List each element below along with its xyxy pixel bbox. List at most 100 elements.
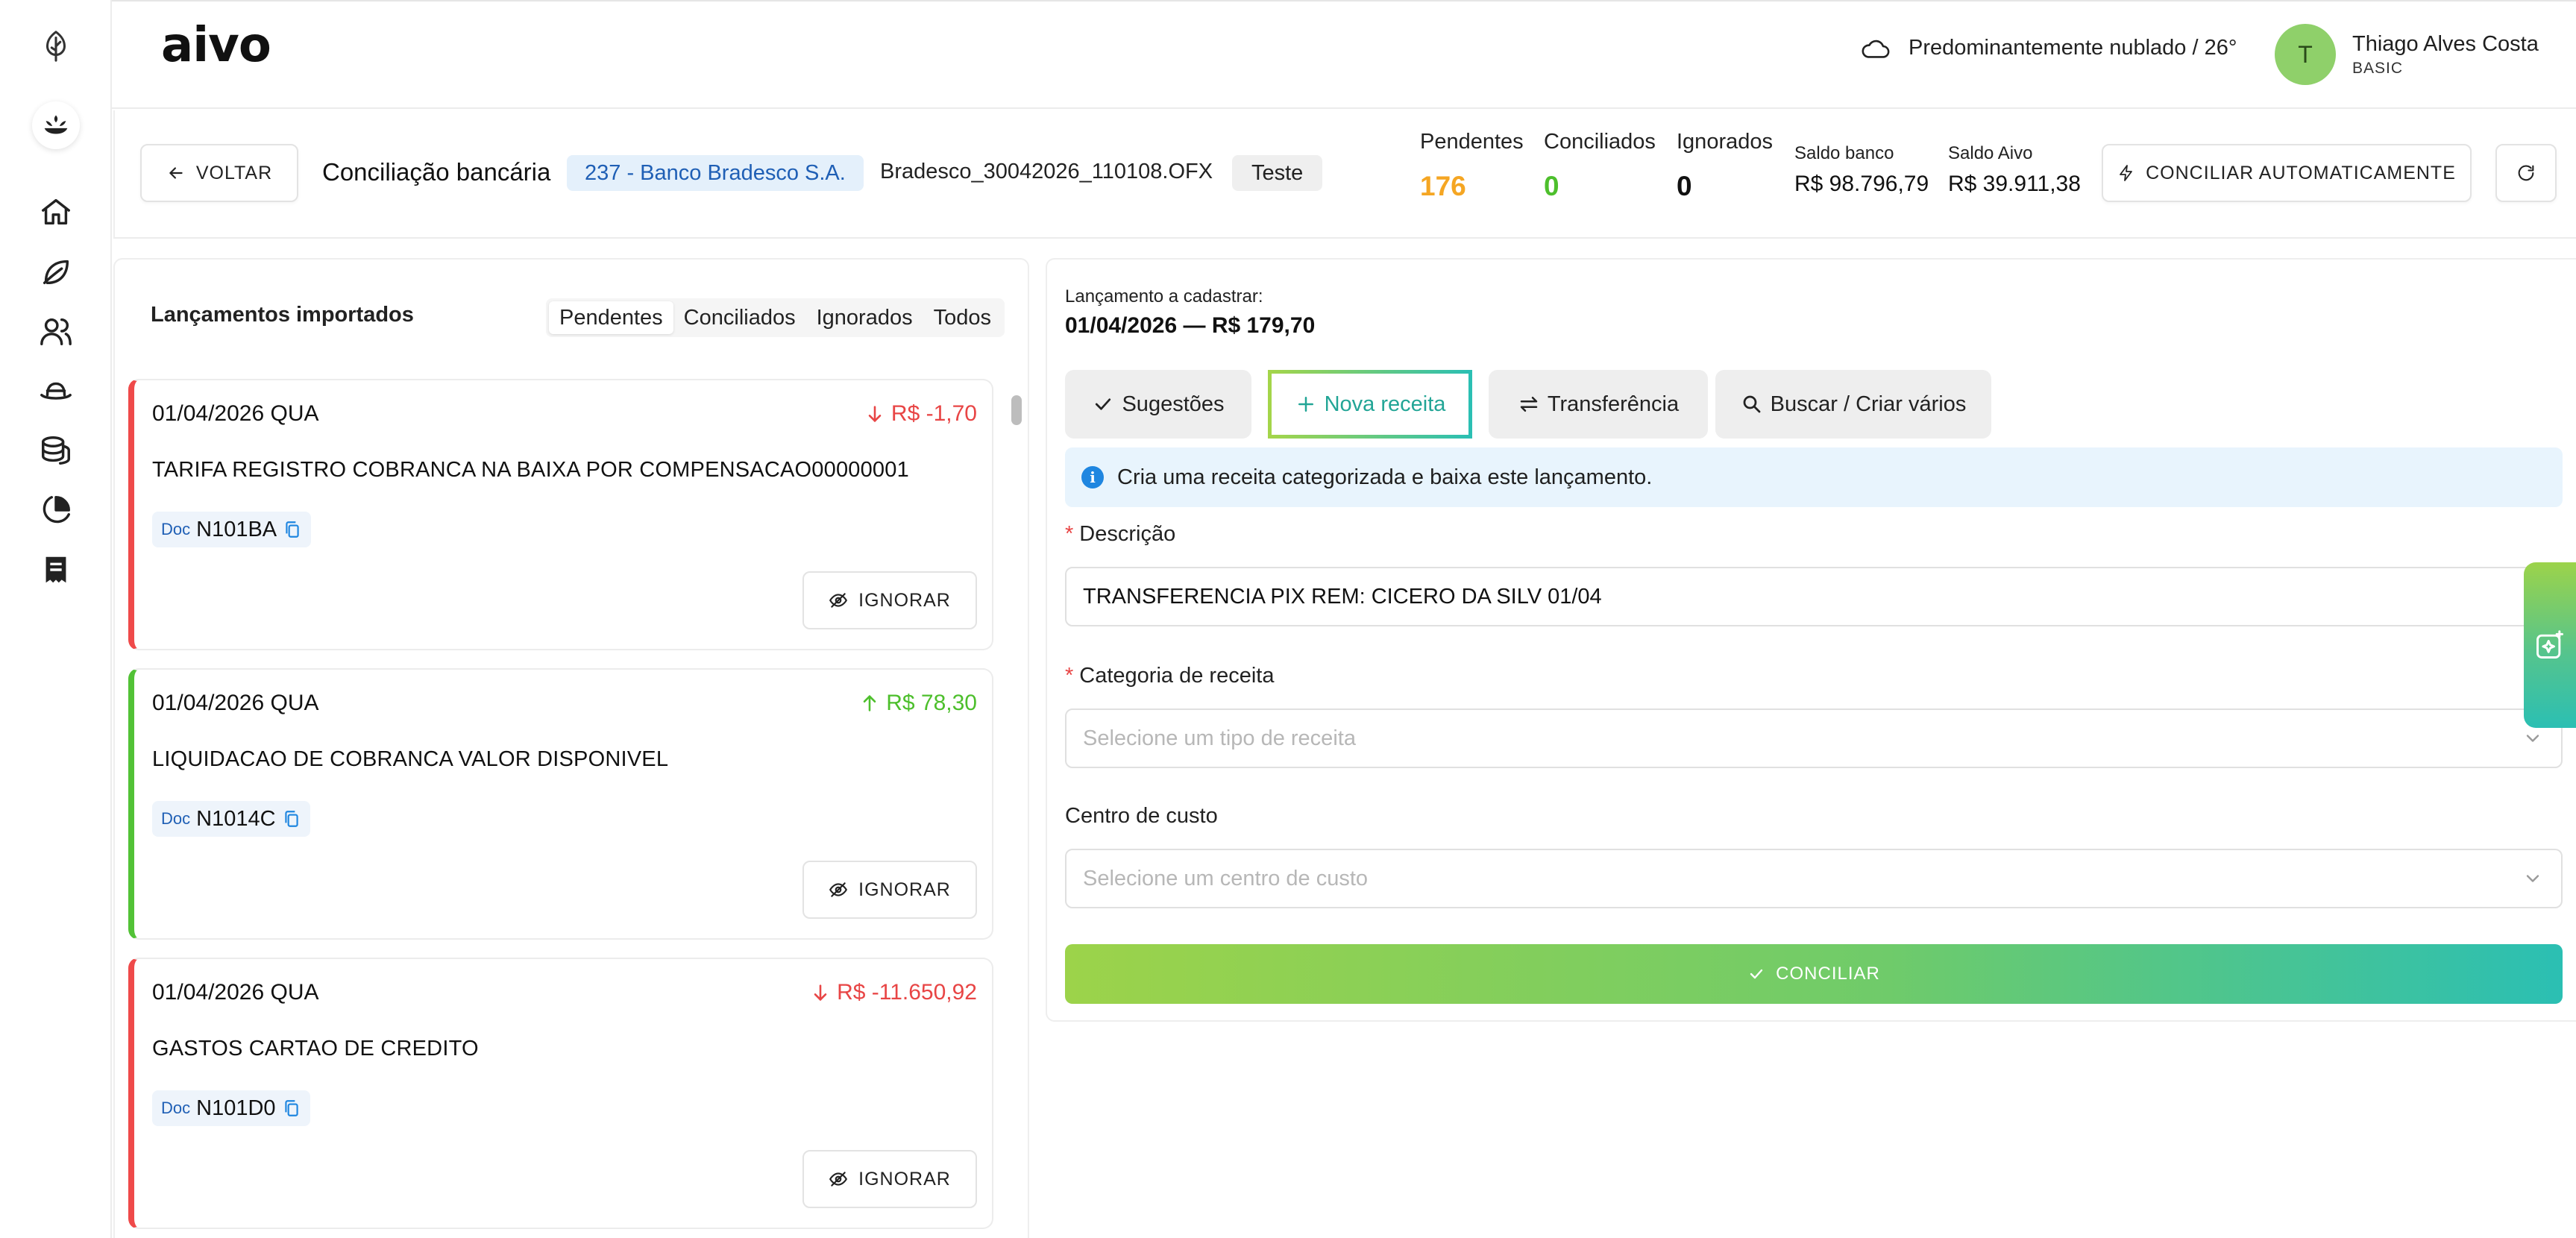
document-badge: Doc N101BA bbox=[152, 512, 312, 547]
scrollbar-thumb[interactable] bbox=[1011, 395, 1022, 425]
document-number: N1014C bbox=[196, 806, 276, 831]
entry-form-panel: Lançamento a cadastrar: 01/04/2026 — R$ … bbox=[1046, 258, 2576, 1022]
category-select[interactable]: Selecione um tipo de receita bbox=[1065, 708, 2563, 768]
users-icon[interactable] bbox=[29, 304, 83, 358]
auto-reconcile-button[interactable]: CONCILIAR AUTOMATICAMENTE bbox=[2102, 144, 2472, 202]
copy-icon[interactable] bbox=[283, 520, 302, 539]
ignore-button[interactable]: IGNORAR bbox=[802, 861, 977, 919]
description-input[interactable]: TRANSFERENCIA PIX REM: CICERO DA SILV 01… bbox=[1065, 567, 2563, 626]
user-plan: BASIC bbox=[2352, 59, 2404, 77]
lightning-icon bbox=[2120, 165, 2132, 181]
avatar[interactable]: T bbox=[2275, 24, 2336, 85]
leaf-icon[interactable] bbox=[29, 245, 83, 298]
stat-ignored-label: Ignorados bbox=[1677, 130, 1773, 154]
organization-avatar-icon[interactable] bbox=[29, 98, 83, 152]
tab-search-create[interactable]: Buscar / Criar vários bbox=[1715, 370, 1991, 439]
receipt-icon[interactable] bbox=[29, 543, 83, 597]
leaf-logo-icon[interactable] bbox=[29, 19, 83, 73]
hat-icon[interactable] bbox=[29, 364, 83, 418]
tab-transfer[interactable]: Transferência bbox=[1489, 370, 1708, 439]
tag-badge: Teste bbox=[1232, 155, 1323, 191]
cost-center-select[interactable]: Selecione um centro de custo bbox=[1065, 849, 2563, 908]
tab-all[interactable]: Todos bbox=[923, 301, 1002, 334]
ignore-button-label: IGNORAR bbox=[858, 589, 951, 611]
transfer-arrows-icon bbox=[1520, 397, 1538, 412]
aivo-balance-label: Saldo Aivo bbox=[1948, 143, 2033, 163]
tab-reconciled[interactable]: Conciliados bbox=[673, 301, 806, 334]
ignore-button[interactable]: IGNORAR bbox=[802, 1150, 977, 1208]
transaction-amount-value: R$ -11.650,92 bbox=[837, 980, 977, 1005]
transaction-amount: R$ -1,70 bbox=[864, 401, 977, 427]
filter-tabs: Pendentes Conciliados Ignorados Todos bbox=[546, 298, 1005, 337]
ai-assistant-tab[interactable] bbox=[2524, 562, 2576, 728]
document-number: N101BA bbox=[196, 517, 277, 541]
sparkle-icon bbox=[2536, 630, 2563, 659]
document-label: Doc bbox=[161, 520, 191, 538]
home-icon[interactable] bbox=[29, 185, 83, 239]
cost-center-label: Centro de custo bbox=[1065, 804, 1218, 828]
user-menu[interactable]: T Thiago Alves Costa BASIC bbox=[2275, 24, 2539, 85]
bank-balance-label: Saldo banco bbox=[1794, 143, 1894, 163]
transaction-card[interactable]: 01/04/2026 QUA R$ -1,70 TARIFA REGISTRO … bbox=[128, 379, 993, 650]
description-label-text: Descrição bbox=[1079, 522, 1176, 546]
pie-chart-icon[interactable] bbox=[29, 483, 83, 537]
document-label: Doc bbox=[161, 809, 191, 828]
panel-title: Lançamentos importados bbox=[151, 303, 414, 327]
arrow-down-icon bbox=[814, 984, 827, 1001]
stat-pending-value: 176 bbox=[1420, 171, 1466, 201]
page-title: Conciliação bancária bbox=[322, 158, 551, 186]
auto-reconcile-label: CONCILIAR AUTOMATICAMENTE bbox=[2146, 162, 2456, 183]
tab-transfer-label: Transferência bbox=[1547, 392, 1680, 416]
app-root: aivo Predominantemente nublado / 26° T T… bbox=[0, 0, 2576, 1238]
ignore-button-label: IGNORAR bbox=[858, 879, 951, 900]
coins-icon[interactable] bbox=[29, 424, 83, 477]
back-button[interactable]: VOLTAR bbox=[140, 144, 298, 202]
sidebar bbox=[0, 0, 112, 1238]
category-label-text: Categoria de receita bbox=[1079, 664, 1275, 688]
search-icon bbox=[1743, 395, 1761, 413]
stat-reconciled-label: Conciliados bbox=[1544, 130, 1656, 154]
tab-new-income-label: Nova receita bbox=[1324, 392, 1446, 416]
tab-suggestions[interactable]: Sugestões bbox=[1065, 370, 1251, 439]
refresh-button[interactable] bbox=[2495, 144, 2557, 202]
eye-off-icon bbox=[829, 882, 848, 897]
reconcile-button[interactable]: CONCILIAR bbox=[1065, 944, 2563, 1004]
document-label: Doc bbox=[161, 1099, 191, 1117]
document-number: N101D0 bbox=[196, 1096, 276, 1120]
copy-icon[interactable] bbox=[282, 809, 301, 829]
info-banner: i Cria uma receita categorizada e baixa … bbox=[1065, 447, 2563, 507]
entry-caption: Lançamento a cadastrar: bbox=[1065, 286, 1263, 307]
document-badge: Doc N1014C bbox=[152, 801, 310, 837]
transaction-amount-value: R$ 78,30 bbox=[886, 691, 977, 715]
transaction-date: 01/04/2026 QUA bbox=[152, 401, 319, 426]
weather-text: Predominantemente nublado / 26° bbox=[1909, 36, 2237, 60]
document-badge: Doc N101D0 bbox=[152, 1090, 310, 1126]
arrow-left-icon bbox=[169, 167, 183, 179]
transaction-card[interactable]: 01/04/2026 QUA R$ 78,30 LIQUIDACAO DE CO… bbox=[128, 668, 993, 940]
transaction-amount: R$ -11.650,92 bbox=[810, 980, 977, 1005]
user-name: Thiago Alves Costa bbox=[2352, 31, 2539, 56]
transaction-card[interactable]: 01/04/2026 QUA R$ -11.650,92 GASTOS CART… bbox=[128, 958, 993, 1229]
check-icon bbox=[1750, 969, 1763, 979]
info-text: Cria uma receita categorizada e baixa es… bbox=[1117, 465, 1653, 489]
tab-pending[interactable]: Pendentes bbox=[549, 301, 673, 334]
cost-center-placeholder: Selecione um centro de custo bbox=[1083, 866, 1369, 890]
stat-reconciled: Conciliados 0 bbox=[1544, 130, 1656, 202]
chevron-down-icon bbox=[2526, 875, 2539, 882]
tab-search-create-label: Buscar / Criar vários bbox=[1770, 392, 1967, 416]
tab-new-income[interactable]: Nova receita bbox=[1268, 370, 1472, 439]
description-label: * Descrição bbox=[1065, 522, 1176, 546]
stat-ignored: Ignorados 0 bbox=[1677, 130, 1773, 202]
chevron-down-icon bbox=[2526, 735, 2539, 742]
aivo-balance: Saldo Aivo R$ 39.911,38 bbox=[1948, 143, 2081, 197]
tab-ignored[interactable]: Ignorados bbox=[806, 301, 923, 334]
back-button-label: VOLTAR bbox=[195, 162, 273, 183]
copy-icon[interactable] bbox=[282, 1099, 301, 1118]
brand-logo[interactable]: aivo bbox=[161, 18, 271, 73]
stat-reconciled-value: 0 bbox=[1544, 171, 1559, 201]
ignore-button[interactable]: IGNORAR bbox=[802, 571, 977, 629]
cloud-icon bbox=[1862, 40, 1890, 58]
transaction-date: 01/04/2026 QUA bbox=[152, 691, 319, 715]
reconciliation-toolbar: VOLTAR Conciliação bancária 237 - Banco … bbox=[113, 110, 2576, 239]
stat-ignored-value: 0 bbox=[1677, 171, 1692, 201]
